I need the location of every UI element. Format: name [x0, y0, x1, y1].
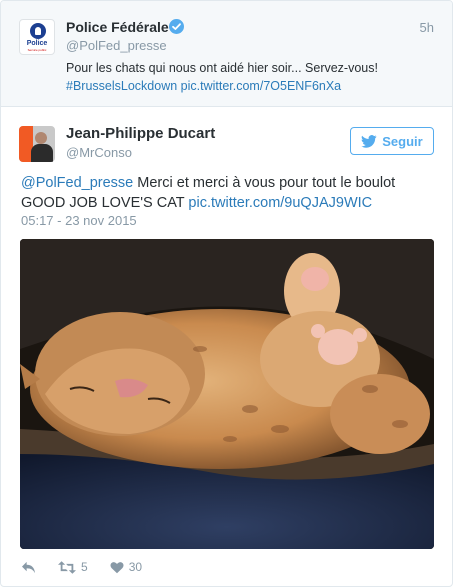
police-avatar[interactable]: Police Service public — [19, 19, 55, 55]
quoted-tweet-text: Pour les chats qui nous ont aidé hier so… — [66, 59, 436, 95]
tweet-photo[interactable] — [20, 239, 434, 549]
tweet-text-line1: Merci et merci à vous pour tout le boulo… — [133, 175, 396, 191]
reply-button[interactable] — [21, 561, 36, 574]
verified-icon — [169, 19, 184, 34]
display-name[interactable]: Jean-Philippe Ducart — [66, 125, 215, 142]
police-badge-icon — [30, 23, 46, 39]
quoted-tweet[interactable]: Police Service public Police Fédérale @P… — [1, 1, 452, 107]
avatar-logo-subtext: Service public — [27, 48, 47, 52]
follow-button[interactable]: Seguir — [350, 127, 434, 155]
twitter-bird-icon — [361, 134, 377, 148]
quoted-display-name[interactable]: Police Fédérale — [66, 19, 169, 35]
retweet-icon — [58, 560, 76, 574]
quoted-pic-link[interactable]: pic.twitter.com/7O5ENF6nXa — [181, 79, 341, 93]
tweet-actions: 5 30 — [19, 557, 142, 577]
follow-label: Seguir — [382, 133, 423, 149]
user-avatar[interactable] — [19, 126, 55, 162]
tweet-embed: Police Service public Police Fédérale @P… — [0, 0, 453, 587]
user-handle[interactable]: @MrConso — [66, 145, 132, 160]
like-count: 30 — [128, 560, 143, 574]
avatar-logo-text: Police — [26, 40, 48, 47]
tweet-pic-link[interactable]: pic.twitter.com/9uQJAJ9WIC — [188, 195, 372, 211]
retweet-count: 5 — [81, 560, 88, 574]
mention-link[interactable]: @PolFed_presse — [21, 175, 133, 191]
tweet-text: @PolFed_presse Merci et merci à vous pou… — [21, 173, 441, 213]
tweet-date[interactable]: 05:17 - 23 nov 2015 — [21, 213, 137, 228]
like-button[interactable]: 30 — [110, 560, 142, 574]
heart-icon — [110, 561, 124, 573]
reply-icon — [22, 561, 35, 573]
hashtag-link[interactable]: #BrusselsLockdown — [66, 79, 177, 93]
quoted-handle[interactable]: @PolFed_presse — [66, 38, 167, 53]
retweet-button[interactable]: 5 — [58, 560, 88, 574]
quoted-text: Pour les chats qui nous ont aidé hier so… — [66, 61, 378, 75]
cat-photo — [20, 239, 434, 549]
quoted-timestamp[interactable]: 5h — [420, 20, 434, 35]
tweet-text-line2: GOOD JOB LOVE'S CAT — [21, 195, 189, 211]
